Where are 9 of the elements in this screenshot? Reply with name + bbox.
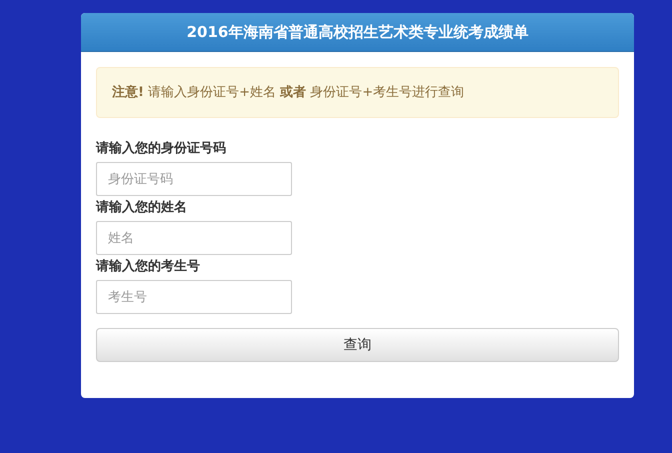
query-button[interactable]: 查询 <box>96 328 619 362</box>
field-label: 请输入您的考生号 <box>96 258 201 276</box>
panel-title: 2016年海南省普通高校招生艺术类专业统考成绩单 <box>81 13 634 52</box>
input-field[interactable]: 身份证号码 <box>96 162 292 196</box>
field-label: 请输入您的姓名 <box>96 199 188 217</box>
notice-alert: 注意! 请输入身份证号+姓名 或者 身份证号+考生号进行查询 <box>96 67 619 118</box>
input-field[interactable]: 考生号 <box>96 280 292 314</box>
field-label: 请输入您的身份证号码 <box>96 140 227 158</box>
input-field[interactable]: 姓名 <box>96 221 292 255</box>
